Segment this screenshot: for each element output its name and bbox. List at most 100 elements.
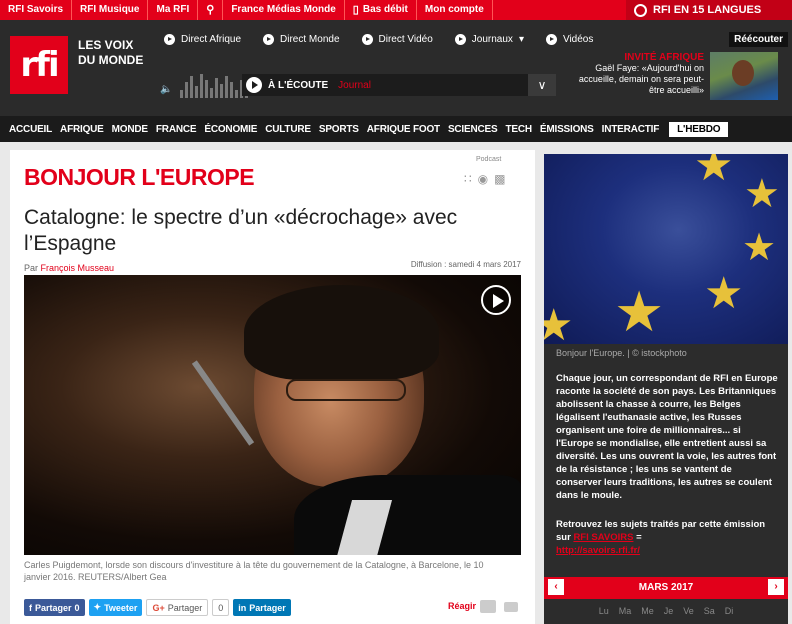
facebook-share-label: Partager: [35, 602, 72, 613]
star-icon: ★: [694, 154, 734, 190]
link-bas-debit[interactable]: ▯ Bas débit: [345, 0, 417, 20]
facebook-share-count: 0: [74, 602, 80, 613]
nav-culture[interactable]: CULTURE: [261, 124, 315, 135]
nav-sports[interactable]: SPORTS: [315, 124, 363, 135]
play-icon: [361, 34, 373, 45]
nav-sciences[interactable]: SCIENCES: [444, 124, 502, 135]
google-plus-label: Partager: [167, 602, 203, 613]
byline-prefix: Par: [24, 263, 39, 273]
rfi-savoirs-link[interactable]: RFI SAVOIRS: [573, 532, 633, 543]
calendar-header: ‹ MARS 2017 ›: [544, 577, 788, 599]
nav-videos[interactable]: Vidéos: [545, 34, 594, 45]
nav-label: Direct Afrique: [181, 34, 242, 45]
byline: Par François Musseau: [24, 263, 114, 273]
podcast-label: Podcast: [476, 156, 502, 163]
section-title[interactable]: BONJOUR L'EUROPE: [24, 164, 255, 191]
photo-hair: [244, 285, 439, 380]
languages-label: RFI EN 15 LANGUES: [653, 4, 762, 16]
nav-label: Direct Vidéo: [378, 34, 433, 45]
sidebar-image-caption: Bonjour l'Europe. | © istockphoto: [556, 348, 687, 358]
weekday: Di: [724, 606, 734, 616]
sidebar: ★ ★ ★ ★ ★ ★ Bonjour l'Europe. | © istock…: [544, 154, 788, 624]
play-icon: [263, 34, 275, 45]
invite-afrique[interactable]: INVITÉ AFRIQUE Gaël Faye: «Aujourd'hui o…: [564, 52, 704, 96]
itunes-icon[interactable]: ▩: [494, 172, 505, 186]
now-playing-bar: À L'ÉCOUTE Journal ∨: [242, 74, 556, 96]
play-icon: [545, 34, 557, 45]
calendar-weekdays: Lu Ma Me Je Ve Sa Di: [544, 606, 788, 616]
article-photo[interactable]: [24, 275, 521, 555]
linkedin-share-button[interactable]: in Partager: [233, 599, 291, 616]
nav-direct-video[interactable]: Direct Vidéo: [361, 34, 433, 45]
slogan: LES VOIX DU MONDE: [78, 38, 143, 68]
audio-wave-icon: [180, 72, 248, 98]
podcast-icon[interactable]: ◉: [478, 172, 488, 186]
author-link[interactable]: François Musseau: [41, 263, 115, 273]
nav-label: Vidéos: [562, 34, 594, 45]
article-content: BONJOUR L'EUROPE Podcast ∷ ◉ ▩ Catalogne…: [10, 150, 535, 624]
podcast-icons: ∷ ◉ ▩: [464, 172, 505, 186]
weekday: Sa: [703, 606, 715, 616]
nav-afrique[interactable]: AFRIQUE: [56, 124, 108, 135]
nav-tech[interactable]: TECH: [501, 124, 535, 135]
nav-afrique-foot[interactable]: AFRIQUE FOOT: [363, 124, 444, 135]
nav-interactif[interactable]: INTERACTIF: [598, 124, 663, 135]
europe-flag-image: ★ ★ ★ ★ ★ ★: [544, 154, 788, 344]
volume-icon[interactable]: 🔈: [160, 84, 172, 95]
google-plus-count: 0: [212, 599, 230, 616]
search-button[interactable]: ⚲: [198, 0, 224, 20]
globe-icon: [634, 3, 647, 17]
now-playing-label: À L'ÉCOUTE: [268, 79, 329, 91]
invite-title: INVITÉ AFRIQUE: [624, 52, 704, 63]
sidebar-description: Chaque jour, un correspondant de RFI en …: [556, 373, 778, 501]
now-playing-program[interactable]: Journal: [338, 80, 371, 91]
twitter-icon: ✦: [93, 602, 102, 612]
calendar-month: MARS 2017: [638, 582, 694, 593]
chevron-down-icon: ▾: [518, 34, 524, 45]
twitter-share-button[interactable]: ✦ Tweeter: [88, 599, 143, 616]
print-icon[interactable]: [504, 602, 518, 612]
microphone: [191, 360, 255, 446]
rfi-logo[interactable]: rfi: [10, 36, 68, 94]
weekday: Je: [663, 606, 674, 616]
calendar-next-button[interactable]: ›: [768, 579, 784, 595]
comment-icon[interactable]: [480, 600, 496, 613]
weekday: Me: [641, 606, 654, 616]
facebook-share-button[interactable]: f Partager 0: [24, 599, 85, 616]
nav-journaux[interactable]: Journaux ▾: [454, 34, 524, 45]
google-plus-share-button[interactable]: G+ Partager: [146, 599, 209, 616]
link-rfi-musique[interactable]: RFI Musique: [72, 0, 149, 20]
top-bar: RFI Savoirs RFI Musique Ma RFI ⚲ France …: [0, 0, 792, 20]
link-mon-compte[interactable]: Mon compte: [417, 0, 493, 20]
nav-direct-monde[interactable]: Direct Monde: [263, 34, 340, 45]
mobile-icon: ▯: [352, 4, 359, 16]
retrouvez-equals: =: [633, 532, 642, 543]
nav-direct-afrique[interactable]: Direct Afrique: [164, 34, 241, 45]
nav-france[interactable]: FRANCE: [152, 124, 200, 135]
star-icon: ★: [742, 227, 777, 269]
link-ma-rfi[interactable]: Ma RFI: [148, 0, 199, 20]
nav-accueil[interactable]: ACCUEIL: [5, 124, 56, 135]
guest-photo[interactable]: [710, 52, 778, 100]
rss-icon[interactable]: ∷: [464, 172, 472, 186]
link-rfi-savoirs[interactable]: RFI Savoirs: [0, 0, 73, 20]
nav-monde[interactable]: MONDE: [108, 124, 152, 135]
nav-hebdo[interactable]: L'HEBDO: [669, 121, 729, 137]
slogan-line-1: LES VOIX: [78, 38, 134, 52]
nav-label: Direct Monde: [280, 34, 340, 45]
play-video-icon[interactable]: [481, 285, 511, 315]
photo-caption: Carles Puigdemont, lorsde son discours d…: [24, 560, 484, 582]
savoirs-url-link[interactable]: http://savoirs.rfi.fr/: [556, 545, 640, 556]
bas-debit-label: Bas débit: [362, 4, 408, 15]
link-france-medias-monde[interactable]: France Médias Monde: [223, 0, 345, 20]
star-icon: ★: [704, 269, 744, 318]
calendar-prev-button[interactable]: ‹: [548, 579, 564, 595]
chevron-down-icon[interactable]: ∨: [528, 74, 556, 96]
languages-button[interactable]: RFI EN 15 LANGUES: [626, 0, 792, 20]
guest-face: [732, 60, 754, 86]
play-icon[interactable]: [246, 77, 262, 93]
reecouter-button[interactable]: Réécouter: [729, 32, 788, 47]
reagir-link[interactable]: Réagir: [448, 601, 476, 611]
nav-economie[interactable]: ÉCONOMIE: [200, 124, 261, 135]
nav-emissions[interactable]: ÉMISSIONS: [536, 124, 598, 135]
